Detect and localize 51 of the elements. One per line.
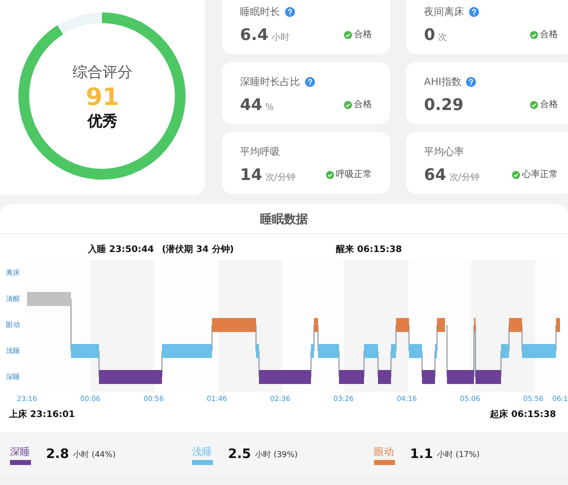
help-icon[interactable]: [466, 77, 476, 87]
metric-value: 64: [424, 165, 446, 184]
metric-title: 夜间离床: [424, 6, 464, 19]
metric-status: 合格: [540, 28, 558, 41]
legend-value: 2.5: [228, 447, 252, 462]
check-icon: [344, 30, 352, 38]
legend-label: 浅睡: [192, 446, 213, 458]
metric-unit: 次/分钟: [265, 172, 296, 184]
metric-unit: 小时: [271, 32, 290, 44]
score-title: 综合评分: [72, 62, 132, 82]
metric-value: 0: [424, 25, 436, 44]
metric-status: 呼吸正常: [336, 168, 372, 181]
metric-unit: %: [265, 103, 274, 113]
metric-value: 0.29: [424, 95, 464, 114]
legend-label: 深睡: [10, 446, 31, 458]
check-icon: [326, 170, 334, 178]
legend-detail: 小时 (17%): [437, 449, 480, 460]
legend-value: 2.8: [46, 447, 70, 462]
metric-title: 睡眠时长: [240, 6, 280, 19]
score-value: 91: [86, 82, 120, 112]
latency-label: (潜伏期 34 分钟): [162, 243, 234, 255]
metric-title: 平均呼吸: [240, 146, 280, 159]
metric-value: 6.4: [240, 25, 268, 44]
help-icon[interactable]: [285, 7, 295, 17]
metric-title: AHI指数: [424, 76, 462, 89]
check-icon: [512, 170, 520, 178]
metric-unit: 次/分钟: [449, 172, 480, 184]
legend-label: 眼动: [374, 446, 395, 458]
rise-time-label: 起床 06:15:38: [490, 408, 556, 421]
legend-value: 1.1: [410, 447, 434, 462]
check-icon: [530, 30, 538, 38]
metric-value: 44: [240, 95, 262, 114]
score-grade: 优秀: [88, 112, 118, 130]
metric-unit: 次: [438, 32, 448, 44]
metric-title: 深睡时长占比: [240, 76, 300, 89]
metric-value: 14: [240, 165, 262, 184]
help-icon[interactable]: [469, 7, 479, 17]
check-icon: [344, 100, 352, 108]
panel-title: 睡眠数据: [0, 204, 568, 234]
metric-title: 平均心率: [424, 146, 464, 159]
check-icon: [530, 100, 538, 108]
sleep-onset-label: 入睡 23:50:44: [88, 243, 154, 255]
metric-status: 心率正常: [522, 168, 558, 181]
metric-status: 合格: [540, 98, 558, 111]
legend-detail: 小时 (39%): [255, 449, 298, 460]
help-icon[interactable]: [305, 77, 315, 87]
metric-status: 合格: [354, 98, 372, 111]
bed-time-label: 上床 23:16:01: [9, 408, 75, 421]
legend-detail: 小时 (44%): [73, 449, 116, 460]
wake-label: 醒来 06:15:38: [336, 243, 402, 255]
metric-status: 合格: [354, 28, 372, 41]
